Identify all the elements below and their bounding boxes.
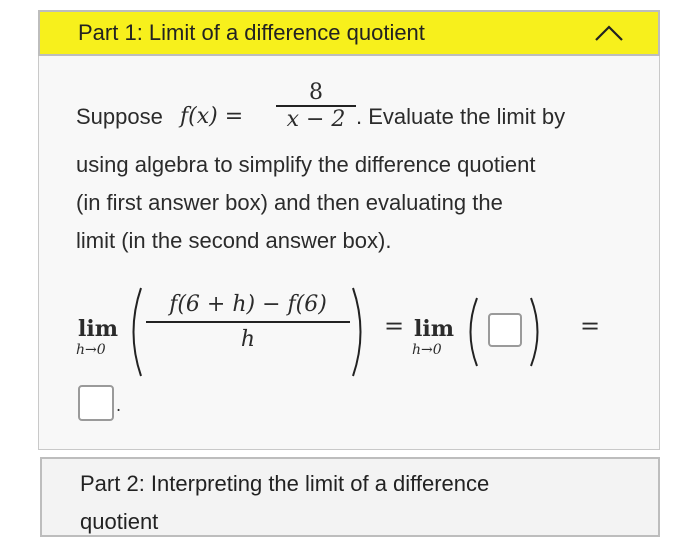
left-paren <box>132 287 142 377</box>
f-of-x: f(x) = <box>180 104 244 129</box>
answer-box-2[interactable] <box>78 385 114 421</box>
function-numerator: 8 <box>309 80 323 105</box>
right-paren-2 <box>530 297 539 367</box>
lim-subscript: h→0 <box>76 342 106 358</box>
part2-header[interactable]: Part 2: Interpreting the limit of a diff… <box>40 457 660 537</box>
part2-title-line1: Part 2: Interpreting the limit of a diff… <box>80 471 490 496</box>
dq-numerator: f(6 + h) − f(6) <box>169 292 327 317</box>
chevron-up-icon[interactable] <box>594 24 624 42</box>
part1-title: Part 1: Limit of a difference quotient <box>78 20 425 45</box>
answer-box-1[interactable] <box>488 313 522 347</box>
dq-denominator: h <box>240 327 256 352</box>
equals-sign-1: = <box>384 312 405 340</box>
right-paren <box>352 287 362 377</box>
equals-sign-2: = <box>580 312 601 340</box>
intro-suppose: Suppose <box>76 104 163 129</box>
period: . <box>116 396 122 415</box>
part2-title: Part 2: Interpreting the limit of a diff… <box>80 465 489 541</box>
function-denominator: x − 2 <box>286 107 346 132</box>
left-paren-2 <box>469 297 478 367</box>
lim-label: lim <box>78 316 118 342</box>
lim-label-2: lim <box>414 316 454 342</box>
intro-line4: limit (in the second answer box). <box>76 228 392 253</box>
part2-title-line2: quotient <box>80 509 159 534</box>
intro-line2: using algebra to simplify the difference… <box>76 152 536 177</box>
intro-line3: (in first answer box) and then evaluatin… <box>76 190 503 215</box>
intro-rest: . Evaluate the limit by <box>356 104 566 129</box>
function-fraction: 8 x − 2 <box>276 80 356 132</box>
difference-quotient: f(6 + h) − f(6) h <box>146 292 350 352</box>
limit-expression-1: lim h→0 <box>76 316 118 358</box>
limit-expression-2: lim h→0 <box>412 316 454 358</box>
part1-header[interactable]: Part 1: Limit of a difference quotient <box>38 10 660 56</box>
lim-subscript-2: h→0 <box>412 342 442 358</box>
